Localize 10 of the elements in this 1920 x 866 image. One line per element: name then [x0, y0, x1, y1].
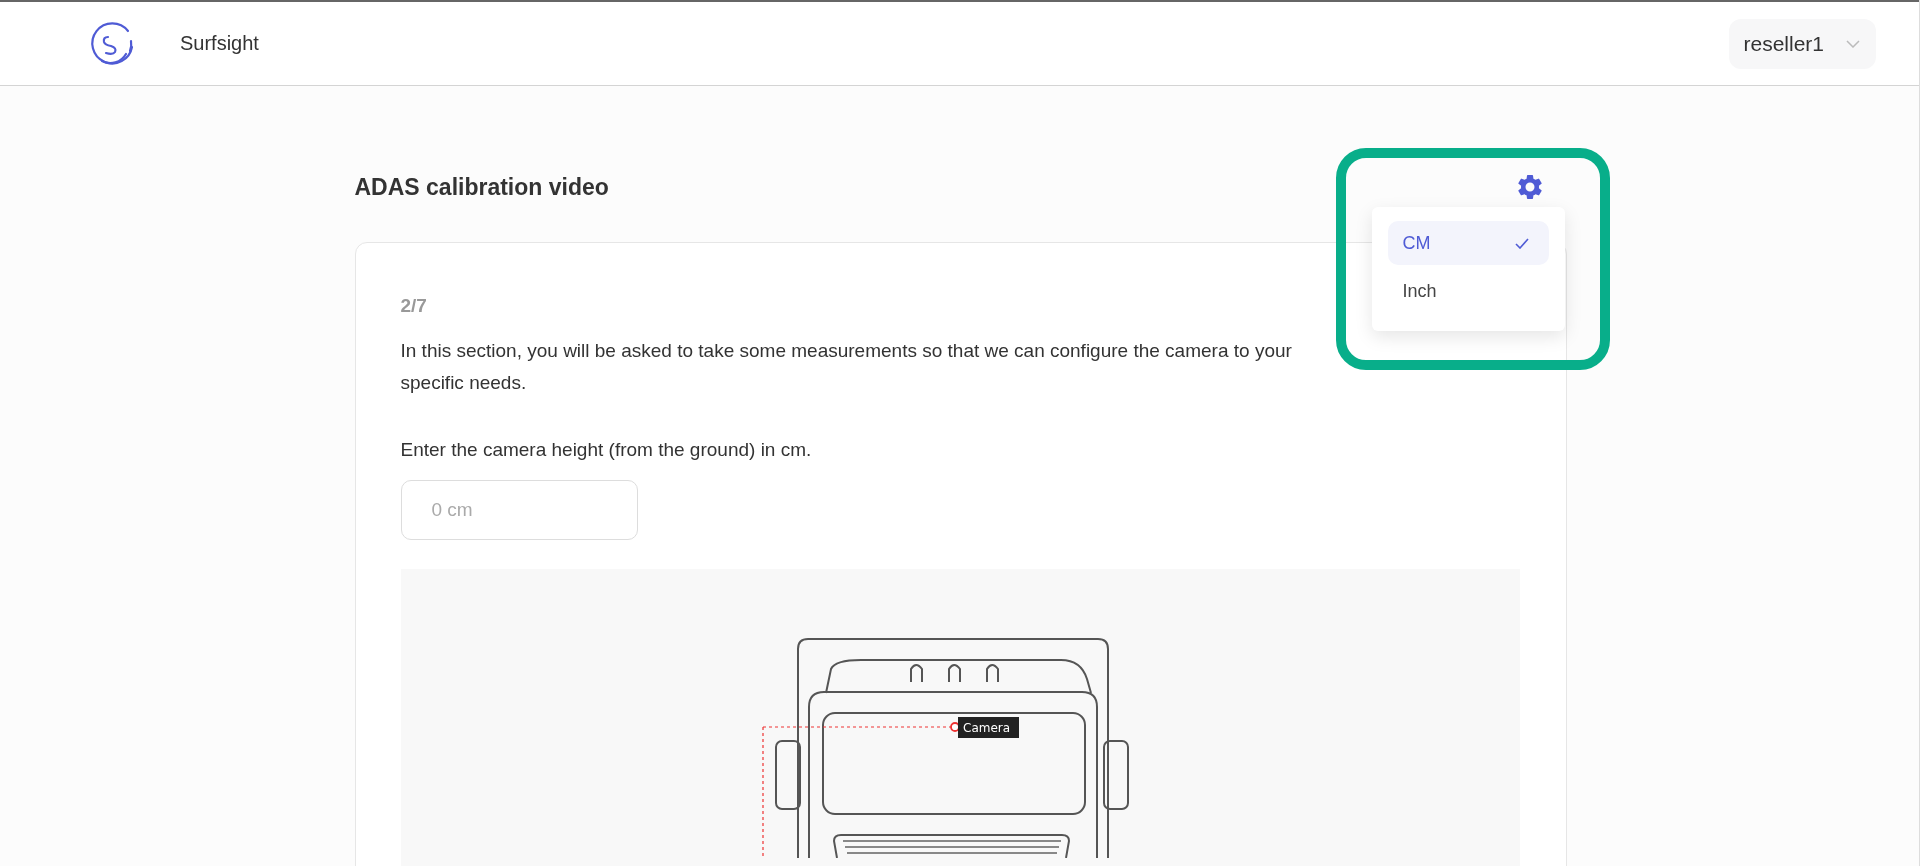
- account-dropdown[interactable]: reseller1: [1729, 18, 1876, 69]
- page-title: ADAS calibration video: [354, 173, 609, 201]
- step-counter: 2/7: [400, 295, 428, 317]
- intro-text: In this section, you will be asked to take some measurements so that we can configure the camera to your specific needs.: [400, 339, 1293, 395]
- unit-option[interactable]: Inch: [1387, 269, 1549, 313]
- brand-name: Surfsight: [180, 32, 259, 55]
- height-input-field[interactable]: 0 cm: [400, 480, 638, 540]
- unit-option[interactable]: CM: [1387, 221, 1549, 265]
- camera-label: Camera: [957, 717, 1019, 738]
- height-prompt: Enter the camera height (from the ground) in cm.: [400, 439, 813, 461]
